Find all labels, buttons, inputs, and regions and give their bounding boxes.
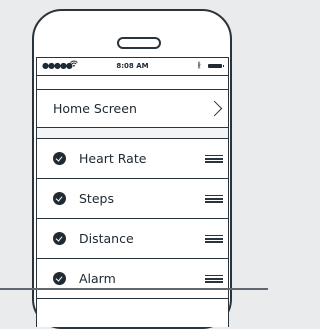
drag-handle-icon[interactable] — [205, 275, 223, 283]
status-bar: ●●●●● 8:08 AM ∦ — [37, 58, 228, 75]
drag-handle-icon[interactable] — [205, 155, 223, 163]
list-item-steps[interactable]: Steps — [37, 179, 228, 219]
bluetooth-icon: ∦ — [197, 61, 202, 69]
check-circle-icon[interactable] — [53, 192, 66, 205]
list-item-distance[interactable]: Distance — [37, 219, 228, 259]
chevron-right-icon — [206, 100, 223, 117]
drag-handle-icon[interactable] — [205, 195, 223, 203]
check-circle-icon[interactable] — [53, 152, 66, 165]
drag-handle-icon[interactable] — [205, 235, 223, 243]
battery-icon — [208, 64, 224, 68]
check-circle-icon[interactable] — [53, 232, 66, 245]
check-circle-icon[interactable] — [53, 272, 66, 285]
list-item-label: Distance — [79, 231, 134, 246]
list-item-label: Alarm — [79, 271, 116, 286]
section-divider — [37, 128, 228, 139]
list-item-heart-rate[interactable]: Heart Rate — [37, 139, 228, 179]
list-item-alarm[interactable]: Alarm — [37, 259, 228, 299]
speaker-grille — [117, 37, 161, 49]
status-divider — [37, 75, 228, 76]
phone-screen: ●●●●● 8:08 AM ∦ Home Screen Heart Rate S… — [36, 57, 229, 327]
home-screen-label: Home Screen — [53, 101, 137, 116]
bottom-divider — [0, 288, 268, 290]
home-screen-row[interactable]: Home Screen — [37, 89, 228, 128]
list-item-label: Heart Rate — [79, 151, 147, 166]
list-item-label: Steps — [79, 191, 114, 206]
